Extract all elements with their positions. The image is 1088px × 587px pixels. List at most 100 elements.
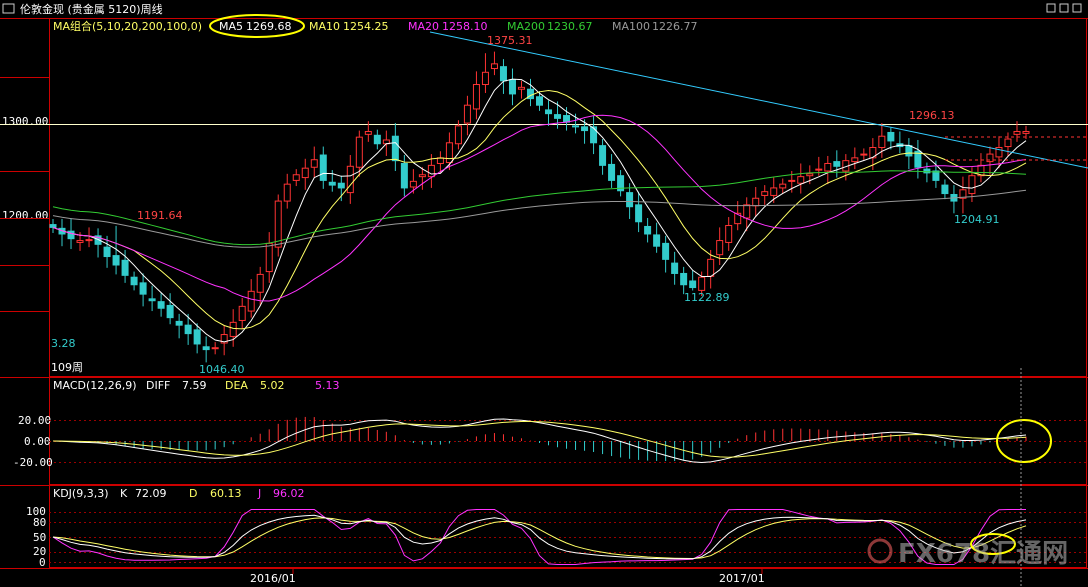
candle-body xyxy=(923,168,931,174)
candle-body xyxy=(229,321,237,337)
macd-macd-value: 5.13 xyxy=(315,379,340,392)
ma20-value: 1258.10 xyxy=(442,20,488,33)
candle-body xyxy=(545,109,553,115)
candle-body xyxy=(508,79,516,95)
candle-body xyxy=(806,173,814,177)
candle-body xyxy=(337,182,345,189)
chart-title: 伦敦金现 (贵金属 5120)周线 xyxy=(20,2,163,16)
kdj-k-value: 72.09 xyxy=(135,487,167,500)
candle-body xyxy=(1013,131,1021,135)
candle-body xyxy=(346,165,354,194)
candle-body xyxy=(418,174,426,178)
ma10-label: MA10 xyxy=(309,20,340,33)
candle-body xyxy=(319,154,327,181)
macd-dea-value: 5.02 xyxy=(260,379,285,392)
kdj-j-label: J xyxy=(257,487,261,500)
macd-tick-0: 0.00 xyxy=(24,435,51,448)
candle-body xyxy=(536,96,543,106)
candle-body xyxy=(148,298,156,302)
kdj-label: KDJ(9,3,3) xyxy=(53,487,109,500)
candle-body xyxy=(860,153,868,156)
candle-body xyxy=(391,135,399,162)
kdj-tick-50: 50 xyxy=(33,531,46,544)
kdj-k-label: K xyxy=(120,487,128,500)
candle-body xyxy=(310,159,318,168)
candle-body xyxy=(968,175,976,195)
candle-body xyxy=(517,86,525,90)
candle-body xyxy=(85,239,93,242)
candle-body xyxy=(662,242,670,260)
candle-body xyxy=(653,234,661,247)
annotation-low-1204: 1204.91 xyxy=(954,213,1000,226)
candle-body xyxy=(815,168,823,171)
annotation-low-1122: 1122.89 xyxy=(684,291,730,304)
ma100-value: 1226.77 xyxy=(652,20,698,33)
candle-body xyxy=(716,240,724,256)
candle-body xyxy=(328,181,336,186)
ma-group-label: MA组合(5,10,20,200,100,0) xyxy=(53,19,202,33)
candle-body xyxy=(680,272,688,286)
candle-body xyxy=(878,135,886,149)
macd-diff-value: 7.59 xyxy=(182,379,207,392)
candle-body xyxy=(572,125,580,128)
candle-body xyxy=(752,197,760,207)
ma5-value: 1269.68 xyxy=(246,20,292,33)
candle-body xyxy=(554,114,562,119)
candle-body xyxy=(247,290,255,312)
candle-body xyxy=(563,115,571,123)
ma10-value: 1254.25 xyxy=(343,20,389,33)
annotation-high-1191: 1191.64 xyxy=(137,209,183,222)
candle-body xyxy=(463,104,471,124)
candle-body xyxy=(265,242,273,273)
candle-body xyxy=(409,180,417,188)
candle-body xyxy=(112,255,120,266)
candle-body xyxy=(635,204,643,223)
candle-body xyxy=(941,184,949,195)
candle-body xyxy=(887,131,895,142)
kdj-tick-80: 80 xyxy=(33,516,46,529)
candle-body xyxy=(626,192,634,208)
candle-body xyxy=(797,176,805,184)
period-count-label: 109周 xyxy=(51,361,83,374)
candle-body xyxy=(490,63,498,70)
candle-body xyxy=(292,174,300,181)
candle-body xyxy=(157,301,165,309)
candle-body xyxy=(364,131,372,135)
candle-body xyxy=(166,304,174,319)
candle-body xyxy=(400,162,408,189)
candle-body xyxy=(427,164,435,178)
macd-tick-neg20: -20.00 xyxy=(13,456,53,469)
candle-body xyxy=(283,183,291,202)
candle-body xyxy=(121,259,129,276)
candle-body xyxy=(698,276,706,291)
candle-body xyxy=(590,126,598,144)
candle-body xyxy=(1022,131,1030,134)
candle-body xyxy=(851,157,859,163)
candle-body xyxy=(905,145,913,157)
price-tick-1300: 1300.00 xyxy=(2,115,48,128)
macd-dea-label: DEA xyxy=(225,379,248,392)
watermark-text: FX678汇通网 xyxy=(898,539,1068,569)
candle-body xyxy=(770,187,778,196)
candle-body xyxy=(743,204,751,219)
candle-body xyxy=(454,125,462,145)
ma200-value: 1230.67 xyxy=(547,20,593,33)
candle-body xyxy=(301,167,309,179)
macd-tick-20: 20.00 xyxy=(18,414,51,427)
candle-body xyxy=(472,84,480,110)
chart-canvas[interactable]: 伦敦金现 (贵金属 5120)周线 MA组合(5,10,20,200,100,0… xyxy=(0,0,1088,587)
candle-body xyxy=(644,225,652,235)
price-tick-1200: 1200.00 xyxy=(2,209,48,222)
candle-body xyxy=(581,126,589,132)
candle-body xyxy=(725,225,733,243)
candle-body xyxy=(49,224,57,228)
candle-body xyxy=(445,142,453,164)
candle-body xyxy=(599,145,607,166)
kdj-d-value: 60.13 xyxy=(210,487,242,500)
ma5-label: MA5 xyxy=(219,20,243,33)
candle-body xyxy=(139,282,147,295)
candle-body xyxy=(76,240,84,243)
candle-body xyxy=(256,273,264,293)
macd-diff-label: DIFF xyxy=(146,379,170,392)
candle-body xyxy=(184,324,192,335)
